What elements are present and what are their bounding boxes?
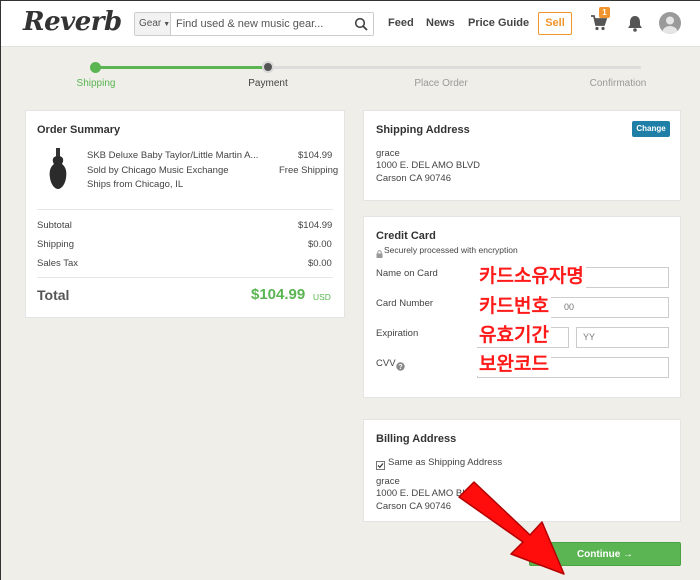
item-shipping: Free Shipping xyxy=(279,165,339,176)
shipping-name: grace xyxy=(376,148,400,159)
subtotal-label: Subtotal xyxy=(37,220,72,231)
card-number-label: Card Number xyxy=(376,298,434,309)
order-summary-title: Order Summary xyxy=(37,124,121,136)
nav-feed[interactable]: Feed xyxy=(388,17,414,29)
step-shipping: Shipping xyxy=(76,78,116,89)
reverb-logo[interactable]: Reverb xyxy=(23,7,122,37)
cart-count-badge: 1 xyxy=(599,7,610,18)
card-name-label: Name on Card xyxy=(376,268,438,279)
item-ships-from: Ships from Chicago, IL xyxy=(87,179,184,190)
shipping-cost-value: $0.00 xyxy=(308,239,332,250)
progress-fill xyxy=(95,66,268,69)
total-divider xyxy=(37,277,333,278)
cvv-label: CVV xyxy=(376,358,396,369)
billing-city: Carson CA 90746 xyxy=(376,501,451,512)
billing-address-title: Billing Address xyxy=(376,433,457,445)
top-header: Reverb Gear▼ Feed News Price Guide Sell … xyxy=(1,1,700,47)
total-currency: USD xyxy=(313,292,331,302)
svg-text:?: ? xyxy=(398,364,402,371)
red-arrow-icon xyxy=(458,481,565,575)
summary-divider xyxy=(37,209,333,210)
shipping-address-title: Shipping Address xyxy=(376,124,470,136)
same-as-shipping-label[interactable]: Same as Shipping Address xyxy=(388,457,502,468)
expiration-year-input[interactable]: YY xyxy=(576,327,669,348)
sell-button[interactable]: Sell xyxy=(538,12,572,35)
item-seller: Sold by Chicago Music Exchange xyxy=(87,165,229,176)
shipping-street: 1000 E. DEL AMO BLVD xyxy=(376,160,481,171)
search-icon[interactable] xyxy=(354,17,368,36)
total-value: $104.99 xyxy=(251,286,306,303)
avatar[interactable] xyxy=(659,12,681,34)
nav-price-guide[interactable]: Price Guide xyxy=(468,17,529,29)
credit-card-title: Credit Card xyxy=(376,230,436,242)
lock-icon xyxy=(376,245,383,263)
card-number-fragment: 00 xyxy=(564,302,575,312)
search-category-select[interactable]: Gear ▼ xyxy=(135,13,171,35)
sales-tax-label: Sales Tax xyxy=(37,258,79,269)
search-bar: Gear ▼ xyxy=(134,12,374,36)
caret-down-icon: ▼ xyxy=(163,21,171,28)
total-label: Total xyxy=(37,287,70,303)
secure-note: Securely processed with encryption xyxy=(384,245,518,255)
expiration-label: Expiration xyxy=(376,328,419,339)
step-place-order: Place Order xyxy=(414,78,468,89)
annotation-expiration: 유효기간 xyxy=(477,323,551,347)
step-dot-payment xyxy=(262,61,274,73)
shipping-cost-label: Shipping xyxy=(37,239,74,250)
item-name[interactable]: SKB Deluxe Baby Taylor/Little Martin A..… xyxy=(87,150,258,161)
step-payment: Payment xyxy=(248,78,288,89)
annotation-card-number: 카드번호 xyxy=(477,294,551,318)
annotation-cvv: 보완코드 xyxy=(477,352,551,376)
search-input[interactable] xyxy=(172,14,352,34)
annotation-card-holder: 카드소유자명 xyxy=(477,264,586,288)
help-icon[interactable]: ? xyxy=(396,358,405,376)
step-confirmation: Confirmation xyxy=(589,78,647,89)
item-price: $104.99 xyxy=(298,150,333,161)
billing-name: grace xyxy=(376,476,400,487)
change-address-button[interactable]: Change xyxy=(632,121,670,137)
nav-news[interactable]: News xyxy=(426,17,455,29)
sales-tax-value: $0.00 xyxy=(308,258,332,269)
guitar-case-icon xyxy=(47,148,69,195)
same-as-shipping-checkbox[interactable] xyxy=(376,457,385,475)
step-dot-shipping xyxy=(90,62,101,73)
subtotal-value: $104.99 xyxy=(298,220,333,231)
bell-icon[interactable] xyxy=(627,14,643,37)
shipping-city: Carson CA 90746 xyxy=(376,173,451,184)
